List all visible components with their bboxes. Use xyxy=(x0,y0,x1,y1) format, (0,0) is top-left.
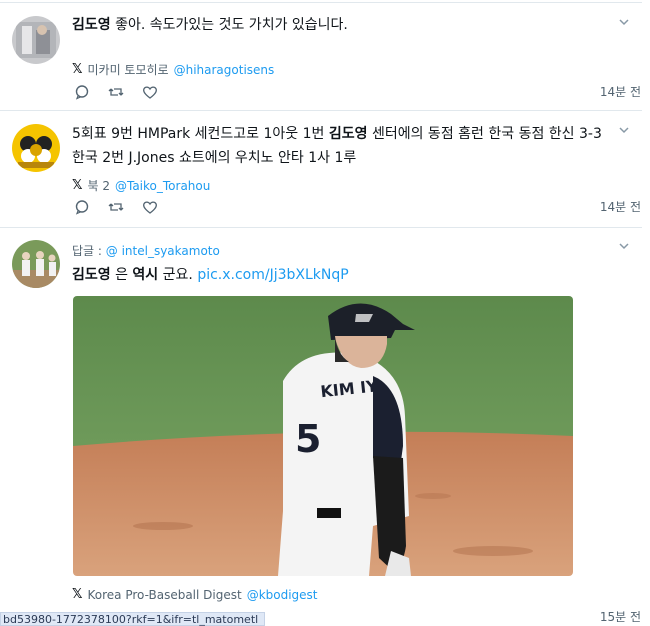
timestamp[interactable]: 15분 전 xyxy=(600,608,641,625)
retweet-icon[interactable] xyxy=(108,199,124,215)
reply-icon[interactable] xyxy=(74,199,90,215)
tweet-2[interactable]: 5회표 9번 HMPark 세컨드고로 1아웃 1번 김도영 센터에의 동점 홈… xyxy=(0,110,650,227)
reply-context: 답글 : @ intel_syakamoto xyxy=(72,242,220,259)
retweet-icon[interactable] xyxy=(108,84,124,100)
jersey-number: 5 xyxy=(295,417,321,461)
source: 𝕏 북 2 @Taiko_Torahou xyxy=(72,177,210,194)
tweet-1[interactable]: 김도영 좋아. 속도가있는 것도 가치가 있습니다. 𝕏 미카미 토모히로 @hih… xyxy=(0,0,650,110)
tweet-body: 군요. xyxy=(158,267,198,283)
source: 𝕏 미카미 토모히로 @hiharagotisens xyxy=(72,61,274,78)
avatar[interactable] xyxy=(12,16,60,64)
source-name: Korea Pro-Baseball Digest xyxy=(87,587,242,602)
tweet-text: 김도영 좋아. 속도가있는 것도 가치가 있습니다. xyxy=(72,15,348,36)
x-logo-icon: 𝕏 xyxy=(72,62,83,77)
source-name: 북 2 xyxy=(87,179,110,193)
tweet-body: 센터에의 동점 홈런 한국 동점 한신 3-3 xyxy=(367,126,602,142)
x-logo-icon: 𝕏 xyxy=(72,587,83,602)
tweet-text: 5회표 9번 HMPark 세컨드고로 1아웃 1번 김도영 센터에의 동점 홈… xyxy=(72,124,602,169)
media-link[interactable]: pic.x.com/Jj3bXLkNqP xyxy=(197,267,348,283)
tweet-actions xyxy=(74,84,158,100)
tweet-body: 은 xyxy=(110,267,133,283)
reply-icon[interactable] xyxy=(74,84,90,100)
author-name[interactable]: 김도영 xyxy=(72,17,111,33)
x-logo-icon: 𝕏 xyxy=(72,178,83,193)
tweet-photo[interactable]: KIM IY 5 xyxy=(73,296,573,576)
chevron-down-icon[interactable] xyxy=(618,16,630,28)
timestamp[interactable]: 14분 전 xyxy=(600,198,641,215)
like-icon[interactable] xyxy=(142,199,158,215)
tweet-actions xyxy=(74,199,158,215)
tweet-body: 좋아. 속도가있는 것도 가치가 있습니다. xyxy=(110,17,348,33)
source-handle[interactable]: @kbodigest xyxy=(247,588,318,602)
tweet-body-line2: 한국 2번 J.Jones 쇼트에의 우치노 안타 1사 1루 xyxy=(72,150,357,166)
like-icon[interactable] xyxy=(142,84,158,100)
avatar[interactable] xyxy=(12,240,60,288)
chevron-down-icon[interactable] xyxy=(618,240,630,252)
author-name[interactable]: 김도영 xyxy=(329,126,368,142)
author-name[interactable]: 김도영 xyxy=(72,267,111,283)
source-handle[interactable]: @Taiko_Torahou xyxy=(115,179,210,193)
avatar[interactable] xyxy=(12,124,60,172)
tweet-body: 5회표 9번 HMPark 세컨드고로 1아웃 1번 xyxy=(72,126,329,142)
source-name: 미카미 토모히로 xyxy=(87,63,169,77)
tweet-text: 김도영 은 역시 군요. pic.x.com/Jj3bXLkNqP xyxy=(72,265,349,286)
timestamp[interactable]: 14분 전 xyxy=(600,83,641,100)
chevron-down-icon[interactable] xyxy=(618,124,630,136)
reply-handle[interactable]: @ intel_syakamoto xyxy=(106,244,220,258)
status-bar-url: bd53980-1772378100?rkf=1&ifr=tl_matometl xyxy=(0,612,266,626)
tweet-body-bold: 역시 xyxy=(132,267,159,283)
source-handle[interactable]: @hiharagotisens xyxy=(174,63,275,77)
reply-label: 답글 : xyxy=(72,244,102,258)
source: 𝕏 Korea Pro-Baseball Digest @kbodigest xyxy=(72,587,318,602)
